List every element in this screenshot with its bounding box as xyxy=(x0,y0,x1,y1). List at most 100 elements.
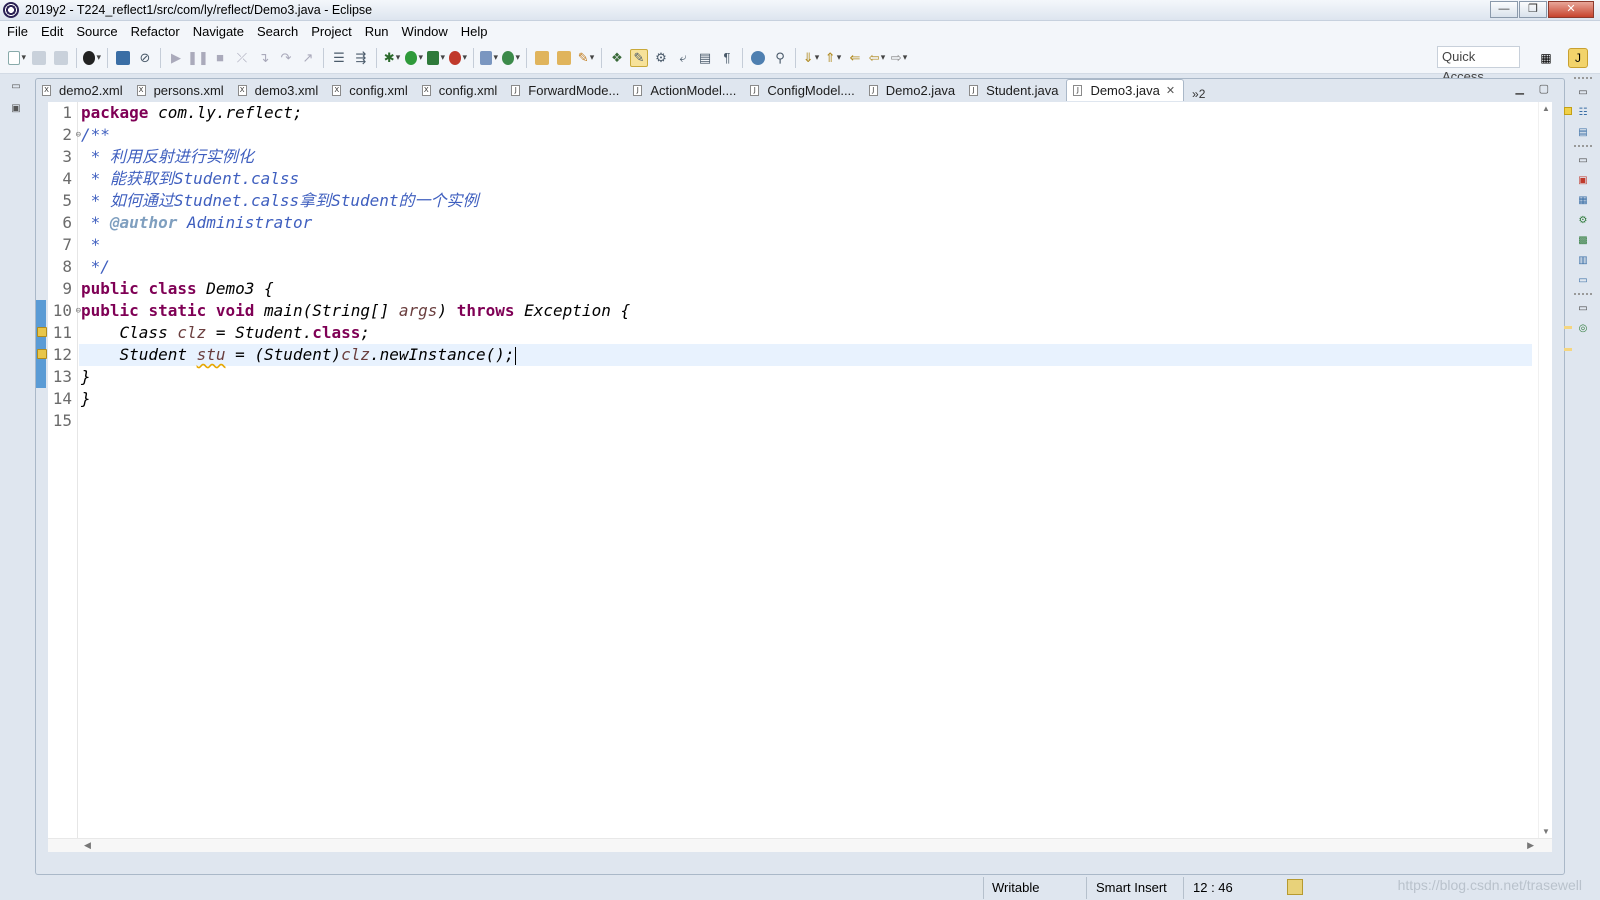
run-icon[interactable] xyxy=(405,49,423,67)
drop-to-frame-icon[interactable]: ☰ xyxy=(330,49,348,67)
scroll-up-icon[interactable]: ▲ xyxy=(1542,104,1550,113)
debug-view-icon[interactable]: ◎ xyxy=(1574,321,1592,337)
open-type-icon[interactable] xyxy=(533,49,551,67)
use-step-filters-icon[interactable]: ⇶ xyxy=(352,49,370,67)
warning-icon[interactable] xyxy=(37,327,47,337)
tab-configmodel-java[interactable]: J ConfigModel.... xyxy=(744,79,862,101)
open-task-icon[interactable] xyxy=(555,49,573,67)
progress-status-icon[interactable] xyxy=(1287,879,1303,895)
tab-config-xml[interactable]: Xconfig.xml xyxy=(326,79,416,101)
toggle-block-selection-icon[interactable]: ⚙ xyxy=(652,49,670,67)
tab-close-icon[interactable]: ✕ xyxy=(1166,84,1175,97)
java-file-icon: J xyxy=(969,84,979,96)
profile-icon[interactable] xyxy=(83,49,101,67)
open-perspective-icon[interactable]: ▦ xyxy=(1536,48,1556,68)
console-icon[interactable] xyxy=(114,49,132,67)
code-editor[interactable]: 1 2 ⊖ 3 4 5 6 7 8 9 10 ⊖ 11 12 13 14 15 pa… xyxy=(36,102,1572,852)
menu-project[interactable]: Project xyxy=(306,24,356,39)
save-icon[interactable] xyxy=(30,49,48,67)
menu-search[interactable]: Search xyxy=(252,24,303,39)
save-all-icon[interactable] xyxy=(52,49,70,67)
next-annotation-icon[interactable]: ⇓ xyxy=(802,49,820,67)
tab-overflow-button[interactable]: »2 xyxy=(1192,87,1205,101)
disconnect-icon[interactable]: ⤫ xyxy=(233,49,251,67)
show-whitespace-icon[interactable]: ▤ xyxy=(696,49,714,67)
scroll-left-icon[interactable]: ◀ xyxy=(84,840,91,851)
progress-icon[interactable]: ▭ xyxy=(1574,273,1592,289)
tab-label: demo3.xml xyxy=(254,82,319,98)
new-class-icon[interactable] xyxy=(502,49,520,67)
code-text[interactable]: package com.ly.reflect; /** * 利用反射进行实例化 … xyxy=(79,102,1532,432)
trim-handle[interactable] xyxy=(1574,77,1592,81)
back-icon[interactable]: ⇦ xyxy=(868,49,886,67)
package-explorer-icon[interactable]: ▣ xyxy=(7,103,25,119)
tab-demo3-java[interactable]: J Demo3.java ✕ xyxy=(1066,79,1185,101)
outline-icon[interactable]: ☷ xyxy=(1574,105,1592,121)
right-trim-stack: ▭ ☷ ▤ ▭ ▣ ▦ ⚙ ▩ ▥ ▭ ▭ ◎ xyxy=(1568,75,1598,395)
minimize-editor-icon[interactable]: ▁ xyxy=(1516,82,1524,95)
forward-icon[interactable]: ⇨ xyxy=(890,49,908,67)
trim-handle[interactable] xyxy=(1574,145,1592,149)
declaration-icon[interactable]: ⚙ xyxy=(1574,213,1592,229)
menu-window[interactable]: Window xyxy=(397,24,453,39)
menu-refactor[interactable]: Refactor xyxy=(126,24,185,39)
step-over-icon[interactable]: ↷ xyxy=(277,49,295,67)
debug-icon[interactable]: ✱ xyxy=(383,49,401,67)
restore-icon[interactable]: ▭ xyxy=(7,81,25,97)
restore-icon[interactable]: ▭ xyxy=(1574,301,1592,317)
tab-forwardmodel-java[interactable]: J ForwardMode... xyxy=(505,79,627,101)
new-java-project-icon[interactable] xyxy=(480,49,498,67)
warning-icon[interactable] xyxy=(37,349,47,359)
external-tools-icon[interactable] xyxy=(449,49,467,67)
coverage-icon[interactable] xyxy=(427,49,445,67)
pin-editor-icon[interactable]: ⚲ xyxy=(771,49,789,67)
terminate-icon[interactable]: ■ xyxy=(211,49,229,67)
toggle-breadcrumb-icon[interactable]: ❖ xyxy=(608,49,626,67)
maximize-editor-icon[interactable]: ▢ xyxy=(1539,82,1549,95)
scroll-down-icon[interactable]: ▼ xyxy=(1542,827,1550,836)
menu-navigate[interactable]: Navigate xyxy=(188,24,249,39)
problems-icon[interactable]: ▣ xyxy=(1574,173,1592,189)
menu-file[interactable]: File xyxy=(2,24,33,39)
menu-run[interactable]: Run xyxy=(360,24,394,39)
suspend-icon[interactable]: ❚❚ xyxy=(187,49,209,67)
minimize-button[interactable]: — xyxy=(1490,1,1518,18)
tab-demo3-xml[interactable]: Xdemo3.xml xyxy=(232,79,327,101)
tab-config-xml-2[interactable]: Xconfig.xml xyxy=(416,79,506,101)
quick-access-field[interactable]: Quick Access xyxy=(1437,46,1520,84)
horizontal-scrollbar[interactable]: ◀ ▶ xyxy=(48,838,1552,852)
tab-demo2-xml[interactable]: Xdemo2.xml xyxy=(36,79,131,101)
line-number: 1 xyxy=(62,103,72,122)
tab-persons-xml[interactable]: Xpersons.xml xyxy=(131,79,232,101)
restore-icon[interactable]: ▭ xyxy=(1574,153,1592,169)
previous-annotation-icon[interactable]: ⇑ xyxy=(824,49,842,67)
vertical-scrollbar[interactable]: ▲ ▼ xyxy=(1538,102,1552,852)
tab-student-java[interactable]: J Student.java xyxy=(963,79,1066,101)
scroll-right-icon[interactable]: ▶ xyxy=(1527,840,1534,851)
trim-handle[interactable] xyxy=(1574,293,1592,297)
maximize-button[interactable]: ❐ xyxy=(1519,1,1547,18)
menu-help[interactable]: Help xyxy=(456,24,493,39)
search-icon[interactable]: ✎ xyxy=(577,49,595,67)
skip-breakpoints-icon[interactable]: ⊘ xyxy=(136,49,154,67)
close-button[interactable]: ✕ xyxy=(1548,1,1594,18)
step-return-icon[interactable]: ↗ xyxy=(299,49,317,67)
mark-occurrences-icon[interactable]: ✎ xyxy=(630,48,648,67)
step-into-icon[interactable]: ↴ xyxy=(255,49,273,67)
console-icon[interactable]: ▥ xyxy=(1574,253,1592,269)
menu-source[interactable]: Source xyxy=(71,24,122,39)
word-wrap-icon[interactable]: ⤶ xyxy=(674,49,692,67)
tab-actionmodel-java[interactable]: J ActionModel.... xyxy=(627,79,744,101)
resume-icon[interactable]: ▶ xyxy=(167,49,185,67)
tab-demo2-java[interactable]: J Demo2.java xyxy=(863,79,963,101)
task-list-icon[interactable]: ▤ xyxy=(1574,125,1592,141)
new-icon[interactable] xyxy=(8,49,26,67)
last-edit-location-icon[interactable]: ⇐ xyxy=(846,49,864,67)
paragraph-icon[interactable]: ¶ xyxy=(718,49,736,67)
globe-icon[interactable] xyxy=(749,49,767,67)
javadoc-icon[interactable]: ▦ xyxy=(1574,193,1592,209)
java-perspective-icon[interactable]: J xyxy=(1568,48,1588,68)
servers-icon[interactable]: ▩ xyxy=(1574,233,1592,249)
restore-icon[interactable]: ▭ xyxy=(1574,85,1592,101)
menu-edit[interactable]: Edit xyxy=(36,24,68,39)
